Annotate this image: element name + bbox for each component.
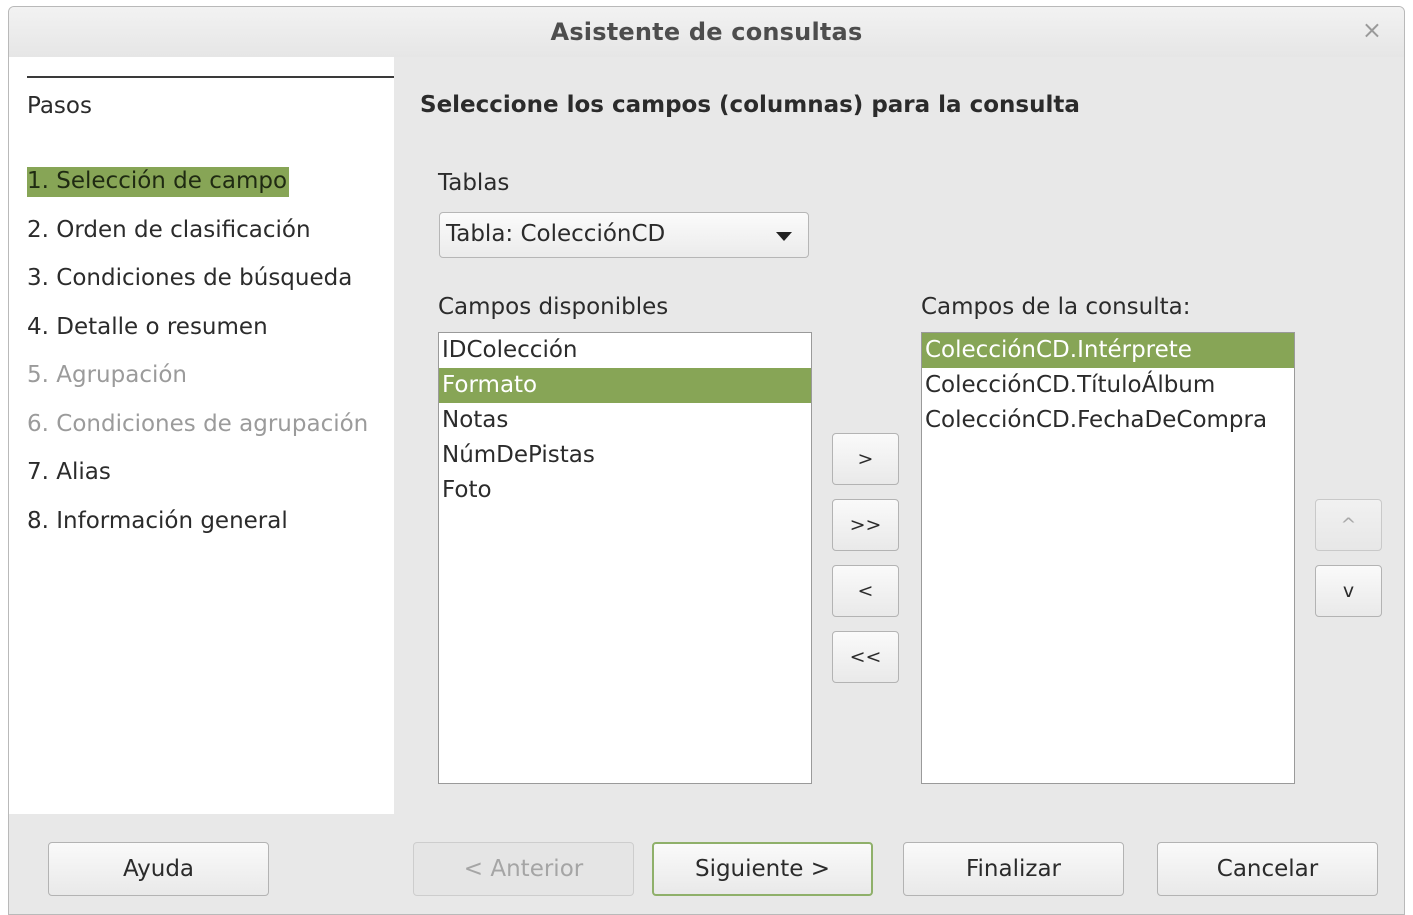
remove-field-button[interactable]: <	[832, 565, 899, 617]
query-wizard-dialog: Asistente de consultas × Pasos 1. Selecc…	[8, 6, 1405, 915]
step-overview[interactable]: 8. Información general	[27, 507, 290, 537]
available-field-item[interactable]: NúmDePistas	[439, 438, 811, 473]
move-down-button[interactable]: v	[1315, 565, 1382, 617]
query-field-item[interactable]: ColecciónCD.FechaDeCompra	[922, 403, 1294, 438]
available-field-item[interactable]: Foto	[439, 473, 811, 508]
available-fields-label: Campos disponibles	[438, 294, 669, 320]
available-field-item[interactable]: Notas	[439, 403, 811, 438]
steps-title: Pasos	[27, 93, 92, 119]
back-button[interactable]: < Anterior	[413, 842, 634, 896]
step-detail-summary[interactable]: 4. Detalle o resumen	[27, 313, 270, 343]
finish-button[interactable]: Finalizar	[903, 842, 1124, 896]
steps-divider	[27, 76, 394, 78]
query-field-item[interactable]: ColecciónCD.TítuloÁlbum	[922, 368, 1294, 403]
title-bar: Asistente de consultas ×	[9, 7, 1404, 57]
tables-dropdown-value: Tabla: ColecciónCD	[446, 221, 666, 247]
step-aliases[interactable]: 7. Alias	[27, 458, 113, 488]
query-field-item[interactable]: ColecciónCD.Intérprete	[922, 333, 1294, 368]
page-heading: Seleccione los campos (columnas) para la…	[420, 92, 1080, 118]
next-button[interactable]: Siguiente >	[652, 842, 873, 896]
add-field-button[interactable]: >	[832, 433, 899, 485]
step-grouping-conditions: 6. Condiciones de agrupación	[27, 411, 369, 437]
query-fields-label: Campos de la consulta:	[921, 294, 1191, 320]
available-field-item[interactable]: Formato	[439, 368, 811, 403]
step-grouping: 5. Agrupación	[27, 362, 188, 388]
dropdown-arrow-icon	[776, 232, 792, 241]
step-sort-order[interactable]: 2. Orden de clasificación	[27, 216, 313, 246]
tables-dropdown[interactable]: Tabla: ColecciónCD	[439, 212, 809, 258]
help-button[interactable]: Ayuda	[48, 842, 269, 896]
add-all-fields-button[interactable]: >>	[832, 499, 899, 551]
step-search-conditions[interactable]: 3. Condiciones de búsqueda	[27, 264, 354, 294]
dialog-title: Asistente de consultas	[550, 18, 863, 46]
cancel-button[interactable]: Cancelar	[1157, 842, 1378, 896]
remove-all-fields-button[interactable]: <<	[832, 631, 899, 683]
query-fields-list[interactable]: ColecciónCD.Intérprete ColecciónCD.Títul…	[921, 332, 1295, 784]
tables-label: Tablas	[438, 170, 510, 196]
move-up-button[interactable]: ^	[1315, 499, 1382, 551]
available-fields-list[interactable]: IDColección Formato Notas NúmDePistas Fo…	[438, 332, 812, 784]
available-field-item[interactable]: IDColección	[439, 333, 811, 368]
close-icon[interactable]: ×	[1362, 16, 1382, 44]
steps-panel: Pasos 1. Selección de campo 2. Orden de …	[9, 57, 394, 814]
step-field-selection[interactable]: 1. Selección de campo	[27, 167, 290, 197]
